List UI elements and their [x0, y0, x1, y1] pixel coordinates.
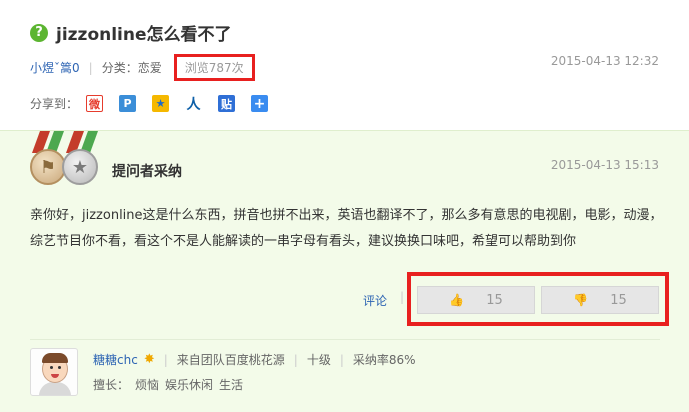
view-count: 浏览787次 — [173, 54, 255, 81]
question-category[interactable]: 分类：恋爱 — [102, 59, 162, 76]
avatar-eye — [50, 366, 53, 369]
star-medal-icon: ★ — [62, 149, 98, 185]
asker-link[interactable]: 小煜ˇ篙0 — [30, 59, 80, 76]
meta-separator: | — [88, 60, 93, 75]
downvote-count: 15 — [610, 292, 627, 308]
question-meta: 小煜ˇ篙0 | 分类：恋爱 浏览787次 — [30, 54, 255, 81]
upvote-button[interactable]: 👍 15 — [417, 286, 535, 314]
more-share-icon[interactable]: + — [251, 95, 269, 112]
flag-medal-icon: ⚑ — [30, 149, 66, 185]
question-title: jizzonline怎么看不了 — [56, 25, 232, 45]
qq-weibo-icon[interactable]: ★ — [152, 95, 170, 112]
question-title-row: ? jizzonline怎么看不了 — [30, 20, 232, 45]
tieba-icon[interactable]: 贴 — [218, 95, 236, 112]
share-label: 分享到： — [30, 97, 79, 111]
best-answer: ⚑ ★ 提问者采纳 2015-04-13 15:13 亲你好，jizzonlin… — [0, 130, 689, 412]
adopted-label: 提问者采纳 — [112, 164, 182, 180]
answerer-adoption-rate: 采纳率86% — [352, 353, 416, 367]
answerer-level: 十级 — [306, 353, 331, 367]
question-date: 2015-04-13 12:32 — [550, 54, 659, 68]
info-separator: | — [293, 352, 298, 367]
expertise-label: 擅长： — [93, 378, 130, 392]
expertise-tag[interactable]: 烦恼 — [135, 376, 159, 393]
sina-weibo-icon[interactable]: 微 — [86, 95, 104, 112]
thumbs-up-icon: 👍 — [449, 293, 465, 307]
answerer-name-link[interactable]: 糖糖chc — [93, 351, 138, 368]
answer-divider — [30, 339, 660, 340]
vote-highlight-box: 👍 15 👎 15 — [407, 272, 669, 326]
comment-link[interactable]: 评论 — [363, 292, 387, 309]
renren-icon[interactable]: 人 — [185, 95, 203, 113]
vip-star-icon: ✸ — [143, 352, 155, 367]
expertise-tag[interactable]: 生活 — [219, 376, 243, 393]
adopted-medal-icon: ⚑ ★ — [28, 131, 103, 193]
vote-separator: | — [400, 290, 405, 304]
answer-text: 亲你好，jizzonline这是什么东西，拼音也拼不出来，英语也翻译不了，那么多… — [30, 208, 663, 249]
answerer-avatar[interactable] — [30, 348, 78, 396]
qzone-icon[interactable]: P — [119, 95, 137, 112]
info-separator: | — [339, 352, 344, 367]
avatar-hair — [42, 353, 68, 363]
avatar-eye — [58, 366, 61, 369]
answerer-expertise: 擅长： 烦恼 娱乐休闲 生活 — [93, 376, 243, 393]
upvote-count: 15 — [486, 292, 503, 308]
share-icons: 微 P ★ 人 贴 + — [86, 95, 284, 113]
thumbs-down-icon: 👎 — [573, 293, 589, 307]
downvote-button[interactable]: 👎 15 — [541, 286, 659, 314]
question-mark-icon: ? — [30, 23, 48, 42]
info-separator: | — [163, 352, 168, 367]
share-bar: 分享到： 微 P ★ 人 贴 + — [30, 95, 284, 113]
avatar-body — [39, 382, 71, 395]
answer-date: 2015-04-13 15:13 — [550, 158, 659, 172]
answerer-info: 糖糖chc ✸ | 来自团队百度桃花源 | 十级 | 采纳率86% — [93, 351, 416, 368]
question-header: ? jizzonline怎么看不了 小煜ˇ篙0 | 分类：恋爱 浏览787次 2… — [0, 0, 689, 125]
expertise-tag[interactable]: 娱乐休闲 — [165, 376, 213, 393]
answerer-team[interactable]: 来自团队百度桃花源 — [177, 351, 285, 368]
